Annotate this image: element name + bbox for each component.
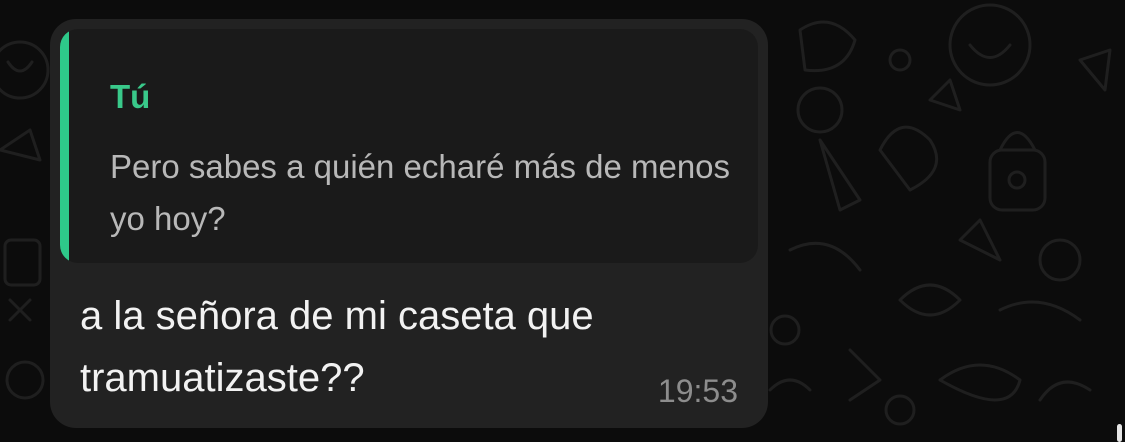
chat-background: Tú Pero sabes a quién echaré más de meno…	[0, 0, 1125, 442]
message-bubble[interactable]: Tú Pero sabes a quién echaré más de meno…	[50, 19, 768, 428]
quote-author: Tú	[110, 78, 151, 115]
scrollbar[interactable]	[1117, 424, 1122, 442]
quote-accent-bar	[60, 29, 69, 263]
quoted-reply[interactable]: Tú Pero sabes a quién echaré más de meno…	[60, 29, 758, 263]
message-timestamp: 19:53	[657, 373, 738, 409]
quote-text: Pero sabes a quién echaré más de menos y…	[110, 148, 731, 237]
